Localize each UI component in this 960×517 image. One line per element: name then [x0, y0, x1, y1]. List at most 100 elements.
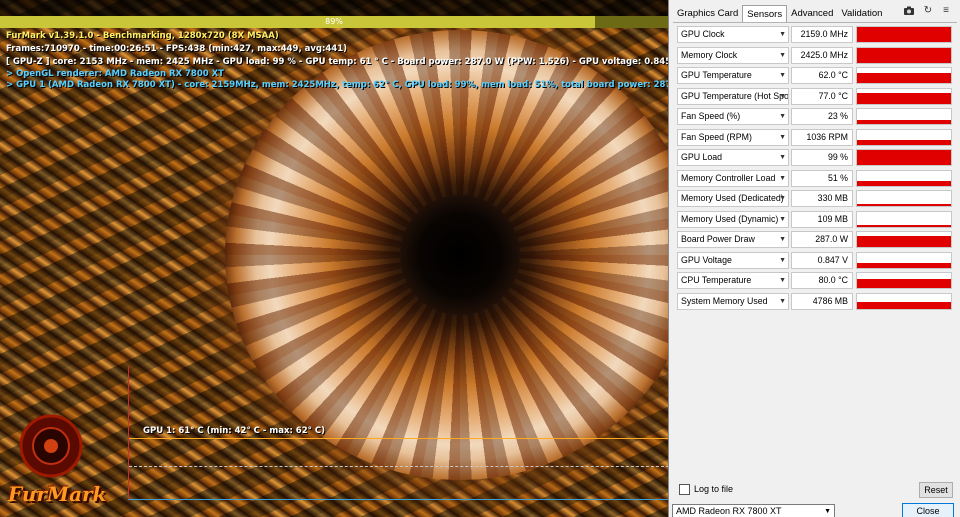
sensor-name-dropdown[interactable]: System Memory Used ▼ [677, 292, 789, 310]
sensor-graph [856, 26, 952, 43]
chevron-down-icon: ▼ [779, 256, 786, 264]
sensor-name-label: CPU Temperature [681, 275, 752, 285]
gpu-select-dropdown[interactable]: AMD Radeon RX 7800 XT ▼ [672, 504, 835, 517]
log-to-file-checkbox[interactable] [679, 484, 690, 495]
sensor-list: GPU Clock ▼ 2159.0 MHz Memory Clock ▼ 2425.0 … [675, 25, 955, 312]
sensor-graph [856, 128, 952, 146]
temperature-line [129, 438, 668, 439]
chevron-down-icon: ▼ [779, 236, 786, 243]
sensor-row: GPU Voltage ▼ 0.847 V [675, 251, 955, 272]
furmark-logo: FurMark [6, 408, 124, 508]
chevron-down-icon: ▼ [824, 508, 831, 515]
sensor-name-dropdown[interactable]: Memory Used (Dedicated) ▼ [677, 190, 789, 207]
sensor-name-label: Memory Clock [681, 49, 738, 60]
sensor-row: GPU Clock ▼ 2159.0 MHz [675, 25, 955, 46]
sensor-name-label: Fan Speed (RPM) [681, 131, 752, 142]
sensor-name-label: GPU Voltage [681, 254, 732, 265]
tab-divider [673, 22, 957, 23]
sensor-graph [856, 108, 952, 125]
osd-renderer: > OpenGL renderer: AMD Radeon RX 7800 XT [6, 69, 224, 79]
sensor-graph-fill [857, 139, 951, 145]
chevron-down-icon: ▼ [779, 133, 786, 141]
chevron-down-icon: ▼ [779, 154, 786, 161]
sensor-row: GPU Temperature ▼ 62.0 °C [675, 66, 955, 87]
tab-sensors[interactable]: Sensors [742, 5, 788, 23]
sensor-row: Memory Clock ▼ 2425.0 MHz [675, 46, 955, 67]
chevron-down-icon: ▼ [779, 31, 786, 38]
tab-graphics-card[interactable]: Graphics Card [673, 5, 742, 23]
sensor-name-dropdown[interactable]: GPU Temperature (Hot Spot) ▼ [677, 87, 789, 105]
reset-button[interactable]: Reset [919, 482, 953, 498]
sensor-graph [856, 149, 952, 166]
sensor-graph [856, 169, 952, 187]
sensor-value: 2159.0 MHz [791, 26, 853, 43]
sensor-graph-fill [857, 180, 951, 186]
osd-gpuz-stats: [ GPU-Z ] core: 2153 MHz - mem: 2425 MHz… [6, 57, 668, 67]
sensor-graph [856, 210, 952, 228]
sensor-value: 23 % [791, 108, 853, 125]
refresh-icon[interactable]: ↻ [922, 5, 934, 17]
temperature-baseline [129, 466, 668, 467]
sensor-name-dropdown[interactable]: Memory Clock ▼ [677, 46, 789, 64]
sensor-name-label: System Memory Used [681, 295, 768, 306]
sensor-row: Board Power Draw ▼ 287.0 W [675, 230, 955, 251]
furmark-render-window: 89% FurMark v1.39.1.0 - Benchmarking, 12… [0, 0, 668, 517]
sensor-name-dropdown[interactable]: GPU Voltage ▼ [677, 251, 789, 269]
temperature-graph-label: GPU 1: 61° C (min: 42° C - max: 62° C) [143, 426, 325, 436]
sensor-name-label: GPU Temperature [681, 70, 752, 80]
sensor-graph-fill [857, 224, 951, 227]
sensor-graph [856, 46, 952, 64]
menu-icon[interactable]: ≡ [940, 5, 952, 17]
sensor-name-dropdown[interactable]: GPU Temperature ▼ [677, 67, 789, 84]
sensor-row: Memory Controller Load ▼ 51 % [675, 169, 955, 190]
sensor-name-dropdown[interactable]: Fan Speed (%) ▼ [677, 108, 789, 125]
sensor-name-label: GPU Temperature (Hot Spot) [681, 90, 789, 101]
sensor-name-label: Fan Speed (%) [681, 111, 741, 121]
sensor-graph-fill [857, 301, 951, 309]
sensor-name-label: GPU Load [681, 152, 723, 162]
sensor-graph-fill [857, 47, 951, 63]
sensor-graph-fill [857, 236, 951, 247]
close-button[interactable]: Close [902, 503, 954, 517]
sensor-name-dropdown[interactable]: Memory Controller Load ▼ [677, 169, 789, 187]
sensor-value: 0.847 V [791, 251, 853, 269]
sensor-graph [856, 272, 952, 289]
sensor-value: 80.0 °C [791, 272, 853, 289]
camera-icon[interactable] [903, 5, 915, 17]
sensor-row: Memory Used (Dedicated) ▼ 330 MB [675, 189, 955, 210]
sensor-graph [856, 251, 952, 269]
sensor-graph-fill [857, 92, 951, 104]
sensor-graph-fill [857, 262, 951, 268]
sensor-name-dropdown[interactable]: Board Power Draw ▼ [677, 231, 789, 248]
chevron-down-icon: ▼ [779, 195, 786, 202]
top-band [0, 0, 668, 16]
sensor-name-dropdown[interactable]: GPU Clock ▼ [677, 26, 789, 43]
sensor-graph-fill [857, 204, 951, 206]
tab-advanced[interactable]: Advanced [787, 5, 837, 23]
osd-frames: Frames:710970 - time:00:26:51 - FPS:438 … [6, 44, 348, 54]
chevron-down-icon: ▼ [779, 215, 786, 223]
sensor-name-label: Memory Controller Load [681, 172, 776, 183]
furmark-logo-text: FurMark [8, 482, 107, 506]
chevron-down-icon: ▼ [779, 297, 786, 305]
sensor-graph-fill [857, 73, 951, 83]
sensor-graph [856, 231, 952, 248]
sensor-name-dropdown[interactable]: Memory Used (Dynamic) ▼ [677, 210, 789, 228]
osd-title: FurMark v1.39.1.0 - Benchmarking, 1280x7… [6, 31, 279, 41]
sensor-graph-fill [857, 27, 951, 42]
tab-validation[interactable]: Validation [837, 5, 886, 23]
sensor-row: System Memory Used ▼ 4786 MB [675, 292, 955, 313]
sensor-value: 330 MB [791, 190, 853, 207]
sensor-graph-fill [857, 150, 951, 165]
sensor-name-dropdown[interactable]: Fan Speed (RPM) ▼ [677, 128, 789, 146]
sensor-value: 51 % [791, 169, 853, 187]
sensor-value: 4786 MB [791, 292, 853, 310]
sensor-graph [856, 87, 952, 105]
sensor-value: 99 % [791, 149, 853, 166]
sensor-name-dropdown[interactable]: GPU Load ▼ [677, 149, 789, 166]
sensor-name-dropdown[interactable]: CPU Temperature ▼ [677, 272, 789, 289]
osd-gpu-info: > GPU 1 (AMD Radeon RX 7800 XT) - core: … [6, 80, 668, 90]
sensor-row: CPU Temperature ▼ 80.0 °C [675, 271, 955, 292]
chevron-down-icon: ▼ [779, 92, 786, 100]
gpu-select-value: AMD Radeon RX 7800 XT [676, 506, 782, 516]
